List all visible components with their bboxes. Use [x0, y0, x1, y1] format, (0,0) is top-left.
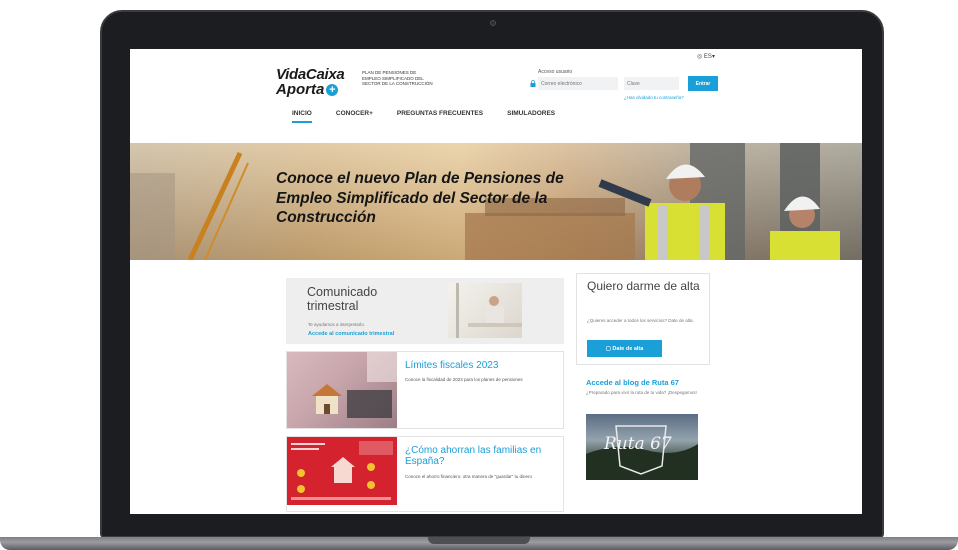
house-calculator-illustration [312, 352, 397, 418]
main-nav: INICIO CONOCER+ PREGUNTAS FRECUENTES SIM… [292, 110, 579, 123]
nav-item-simuladores[interactable]: SIMULADORES [507, 110, 555, 123]
alta-button[interactable]: ▢ Date de alta [587, 340, 662, 357]
forgot-password-link[interactable]: ¿Has olvidado tu contraseña? [624, 95, 684, 100]
limites-title: Límites fiscales 2023 [405, 360, 499, 371]
nav-item-preguntas[interactable]: PREGUNTAS FRECUENTES [397, 110, 483, 123]
email-field[interactable] [538, 77, 618, 90]
logo-line1: VidaCaixa [276, 66, 345, 83]
nav-item-inicio[interactable]: INICIO [292, 110, 312, 123]
camera-icon [490, 20, 496, 26]
alta-title: Quiero darme de alta [587, 279, 700, 293]
ahorro-text: Conoce el ahorro financiero: otra manera… [405, 474, 533, 479]
alta-card: Quiero darme de alta ¿Quieres acceder a … [576, 273, 710, 365]
alta-text: ¿Quieres acceder a todos los servicios? … [587, 318, 694, 323]
nav-item-conocer[interactable]: CONOCER+ [336, 110, 373, 123]
comunicado-link[interactable]: Accede al comunicado trimestral [308, 331, 394, 337]
blog-title[interactable]: Accede al blog de Ruta 67 [586, 378, 679, 387]
ahorro-infographic [287, 437, 397, 505]
user-icon: ▢ [605, 345, 611, 352]
password-field[interactable] [624, 77, 679, 90]
comunicado-card[interactable]: Comunicado trimestral Te ayudamos a inte… [286, 278, 564, 344]
blog-logo-text: Ruta 67 [604, 434, 672, 454]
language-label: ES [703, 54, 712, 60]
comunicado-image [448, 283, 522, 338]
ahorro-card[interactable]: ¿Cómo ahorran las familias en España? Co… [286, 436, 564, 512]
page-stage: ◎ ES▾ VidaCaixa Aporta + PLAN DE PENSIONE… [0, 0, 958, 550]
limites-card[interactable]: Límites fiscales 2023 Conoce la fiscalid… [286, 351, 564, 429]
plan-description: PLAN DE PENSIONES DE EMPLEO SIMPLIFICADO… [362, 70, 433, 86]
infographic-illustration [287, 437, 397, 505]
logo-line2-text: Aporta [276, 81, 325, 98]
blog-text: ¿Preparado para vivir la ruta de tu vida… [586, 390, 697, 395]
lock-icon [530, 80, 536, 87]
limites-text: Conoce la fiscalidad de 2023 para los pl… [405, 377, 523, 382]
login-button[interactable]: Entrar [688, 76, 718, 91]
comunicado-title: Comunicado trimestral [307, 285, 378, 313]
laptop-lid: ◎ ES▾ VidaCaixa Aporta + PLAN DE PENSIONE… [100, 10, 884, 538]
blog-image[interactable]: Ruta 67 [586, 414, 698, 480]
laptop-screen: ◎ ES▾ VidaCaixa Aporta + PLAN DE PENSIONE… [130, 49, 862, 514]
office-person-illustration [456, 283, 522, 338]
hero-banner[interactable]: Conoce el nuevo Plan de Pensiones de Emp… [130, 143, 862, 260]
limites-image [287, 352, 397, 428]
globe-icon: ◎ [697, 54, 703, 60]
laptop-notch [428, 537, 530, 544]
alta-button-label: Date de alta [612, 345, 644, 352]
logo[interactable]: VidaCaixa Aporta + [276, 67, 356, 97]
login-label: Acceso usuario [538, 69, 573, 75]
plus-icon: + [326, 83, 339, 96]
logo-line2: Aporta + [276, 82, 356, 97]
ahorro-title: ¿Cómo ahorran las familias en España? [405, 445, 542, 467]
language-selector[interactable]: ◎ ES▾ [697, 53, 715, 60]
comunicado-text: Te ayudamos a interpretarlo. [308, 322, 366, 327]
hero-title: Conoce el nuevo Plan de Pensiones de Emp… [276, 170, 564, 226]
